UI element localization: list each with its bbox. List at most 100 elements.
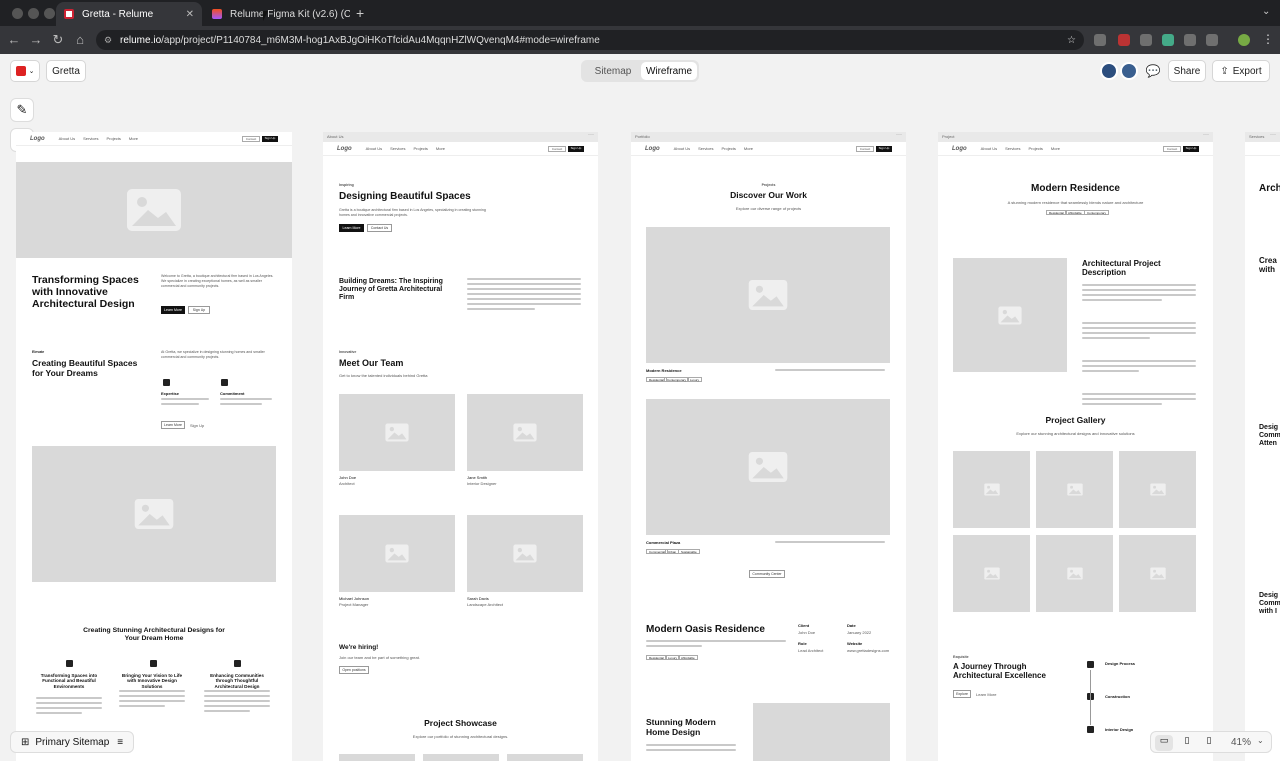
wireframe-board-about[interactable]: About Us Logo About Us Services Projects…: [323, 132, 598, 761]
text-lines: [646, 640, 786, 650]
image-placeholder-icon: [385, 423, 409, 442]
tab-title: Gretta - Relume: [82, 8, 154, 20]
portfolio-title: Discover Our Work: [730, 190, 807, 200]
home-icon[interactable]: ⌂: [72, 32, 88, 47]
oasis-title: Modern Oasis Residence: [646, 624, 765, 635]
meta-value: January 2022: [847, 630, 872, 635]
comments-icon[interactable]: 💬: [1142, 60, 1164, 82]
collaborator-avatar[interactable]: [1100, 62, 1118, 80]
tab-search-icon[interactable]: ⌄: [1262, 6, 1270, 17]
address-bar[interactable]: ⚙ relume.io/app/project/P1140784_m6M3M-h…: [96, 30, 1084, 50]
browser-tab-gretta[interactable]: Gretta - Relume ✕: [56, 2, 202, 26]
sitemap-selector[interactable]: ⊞ Primary Sitemap ≡: [10, 731, 135, 753]
meta-label: Date: [847, 623, 856, 628]
export-label: Export: [1232, 65, 1262, 77]
member-role: Architect: [339, 481, 355, 486]
project-subtitle: A stunning modern residence that seamles…: [1007, 200, 1144, 205]
url-host: relume.io: [120, 34, 162, 46]
description-title: Architectural Project Description: [1082, 259, 1161, 278]
project-image-placeholder: [953, 258, 1067, 372]
minimize-window-icon[interactable]: [28, 8, 39, 19]
team-photo-placeholder: [467, 515, 583, 592]
extension-icon[interactable]: [1140, 34, 1152, 46]
showcase-image-placeholder: [507, 754, 583, 761]
tab-wireframe[interactable]: Wireframe: [641, 62, 697, 80]
column-title: Enhancing Communities through Thoughtful…: [210, 673, 264, 689]
home-hero-title: Transforming Spaces with Innovative Arch…: [32, 274, 139, 311]
text-lines: [220, 398, 272, 408]
zoom-level[interactable]: 41%: [1231, 737, 1251, 748]
back-icon[interactable]: ←: [6, 32, 22, 47]
board-nav-item: More: [435, 146, 446, 151]
board-nav-item: About Us: [58, 136, 76, 141]
board-navbar: Logo About Us Services Projects More Con…: [631, 142, 906, 156]
gallery-subtitle: Explore our stunning architectural desig…: [1016, 431, 1135, 436]
board-signup-button: Sign Up: [568, 146, 584, 152]
site-info-icon[interactable]: ⚙: [104, 35, 112, 46]
board-contact-button: Contact: [548, 146, 566, 152]
collaborator-avatar[interactable]: [1120, 62, 1138, 80]
wireframe-board-project[interactable]: Project Logo About Us Services Projects …: [938, 132, 1213, 761]
maximize-window-icon[interactable]: [44, 8, 55, 19]
open-positions-button: Open positions: [339, 666, 369, 674]
board-signup-button: Sign Up: [1183, 146, 1199, 152]
menu-icon[interactable]: ≡: [117, 737, 123, 748]
ai-wand-icon[interactable]: ✎: [10, 98, 34, 122]
text-lines: [646, 744, 736, 754]
text-lines: [467, 278, 581, 313]
image-placeholder-icon: [385, 544, 409, 563]
board-nav-item: About Us: [980, 146, 998, 151]
tab-sitemap[interactable]: Sitemap: [585, 62, 641, 80]
project-tag: Sustainable: [678, 549, 700, 554]
bookmark-star-icon[interactable]: ☆: [1067, 35, 1076, 46]
close-window-icon[interactable]: [12, 8, 23, 19]
board-nav-item: Services: [390, 146, 406, 151]
text-lines: [775, 541, 885, 546]
project-tag: Affordable: [678, 655, 698, 660]
team-title: Meet Our Team: [339, 358, 404, 368]
browser-tab-figma-kit[interactable]: Relume Figma Kit (v2.6) (Co ✕: [204, 2, 350, 26]
team-photo-placeholder: [339, 394, 455, 471]
close-tab-icon[interactable]: ✕: [180, 9, 194, 20]
board-navbar: Logo About Us Services Projects More Con…: [16, 132, 292, 146]
desktop-view-icon[interactable]: ▭: [1155, 735, 1173, 751]
learn-more-button: Learn More: [161, 421, 185, 429]
image-placeholder-icon: [513, 544, 537, 563]
wireframe-board-portfolio[interactable]: Portfolio Logo About Us Services Project…: [631, 132, 906, 761]
export-button[interactable]: ⇪ Export: [1212, 60, 1270, 82]
extension-icon[interactable]: [1118, 34, 1130, 46]
member-role: Interior Designer: [467, 481, 497, 486]
forward-icon[interactable]: →: [28, 32, 44, 47]
extension-icon[interactable]: [1094, 34, 1106, 46]
board-nav-item: Projects: [1028, 146, 1043, 151]
gallery-image-placeholder: [953, 451, 1030, 528]
board-contact-button: Contact: [242, 136, 260, 142]
share-button[interactable]: Share: [1168, 60, 1206, 82]
mouse-cursor-icon: [263, 11, 273, 21]
image-placeholder-icon: [748, 452, 788, 482]
extensions-puzzle-icon[interactable]: [1206, 34, 1218, 46]
member-role: Project Manager: [339, 602, 369, 607]
cube-icon: [221, 379, 228, 386]
relume-logo-menu-button[interactable]: ⌄: [10, 60, 40, 82]
board-contact-button: Contact: [1163, 146, 1181, 152]
board-label: Portfolio: [631, 132, 906, 142]
meta-value: www.grettadesigns.com: [847, 648, 890, 653]
project-name-button[interactable]: Gretta: [46, 60, 86, 82]
tablet-view-icon[interactable]: ▯: [1179, 735, 1195, 746]
cube-icon: [1087, 661, 1094, 668]
zoom-chevron-icon[interactable]: ⌄: [1257, 736, 1264, 745]
new-tab-icon[interactable]: +: [356, 5, 364, 21]
wireframe-board-services[interactable]: Services Arch Crea with Desig Comm Atten…: [1245, 132, 1280, 761]
mobile-view-icon[interactable]: ▯: [1201, 735, 1217, 746]
gallery-image-placeholder: [1119, 451, 1196, 528]
extension-icon[interactable]: [1184, 34, 1196, 46]
image-placeholder-icon: [983, 567, 1000, 580]
extension-icon[interactable]: [1162, 34, 1174, 46]
profile-avatar-icon[interactable]: [1238, 34, 1250, 46]
browser-menu-icon[interactable]: ⋮: [1262, 32, 1274, 46]
home-hero-text: Welcome to Gretta, a boutique architectu…: [161, 274, 274, 289]
wireframe-board-home[interactable]: Logo About Us Services Projects More Con…: [16, 132, 292, 761]
image-placeholder-icon: [998, 306, 1022, 324]
reload-icon[interactable]: ↻: [50, 32, 66, 48]
